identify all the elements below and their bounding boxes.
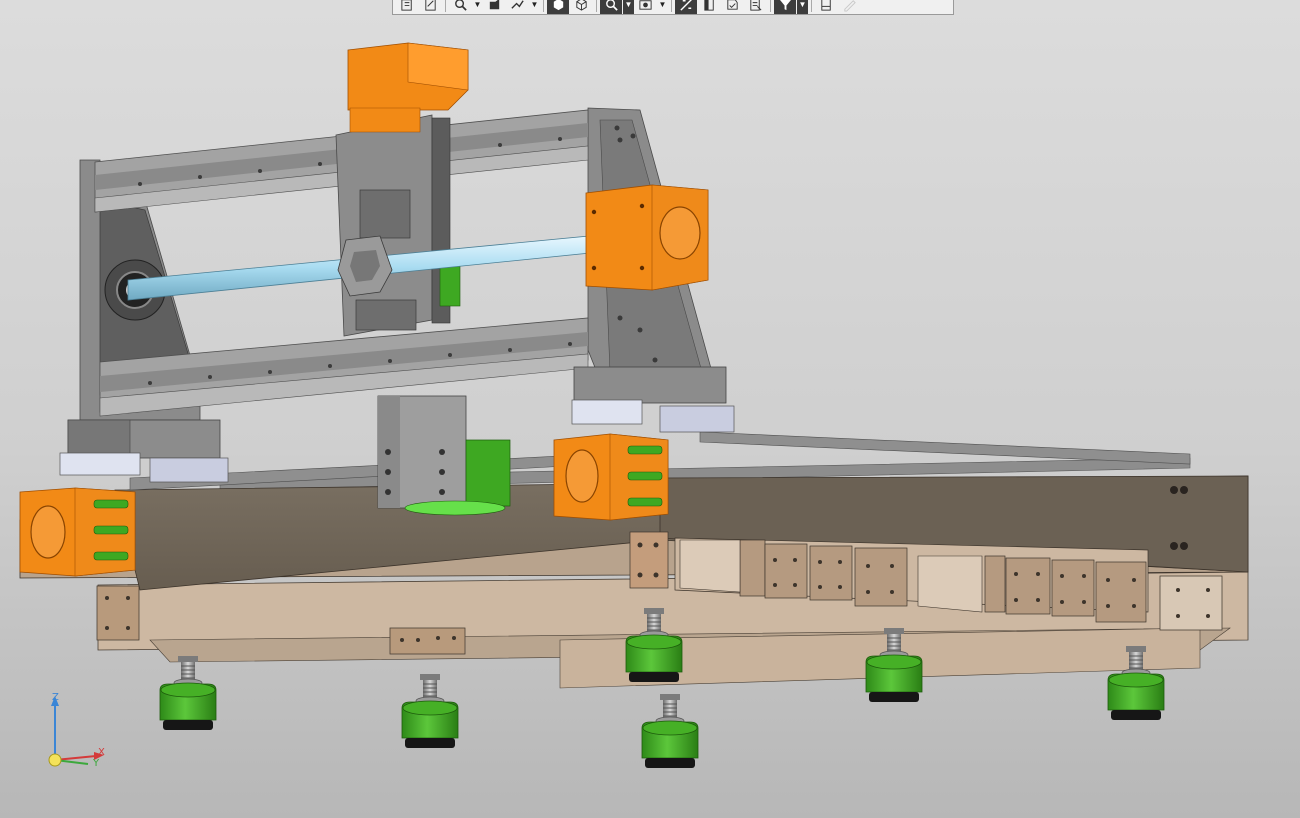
view-orient-button[interactable] (396, 0, 418, 14)
leveling-foot (641, 693, 699, 769)
view-toolbar: ▼ ▼ ▼ ▼ ▼ (392, 0, 954, 15)
section-view-dropdown[interactable]: ▼ (623, 0, 634, 14)
display-style-icon (638, 0, 652, 10)
hide-components-button[interactable] (698, 0, 720, 14)
pan-icon (510, 0, 524, 9)
corner-bracket (96, 585, 140, 641)
pan-dropdown[interactable]: ▼ (529, 0, 540, 14)
section-view-icon (605, 0, 618, 11)
shaded-edges-icon (553, 0, 563, 10)
corner-bracket (1159, 575, 1223, 631)
zoom-fit-icon (424, 0, 436, 11)
leveling-foot (159, 655, 217, 731)
layers-icon (749, 0, 761, 11)
filter-dropdown[interactable]: ▼ (797, 0, 808, 14)
sketch-disabled-icon (843, 0, 856, 12)
shaded-edges-button[interactable] (547, 0, 569, 14)
show-all-icon (726, 0, 738, 10)
filter-icon (779, 0, 791, 10)
layers-button[interactable] (744, 0, 766, 14)
measure-icon (820, 0, 831, 11)
x-axis-label: X (98, 747, 105, 758)
hide-components-icon (703, 0, 714, 11)
sketch-disabled-button[interactable] (838, 0, 860, 14)
pan-button[interactable] (506, 0, 528, 14)
wireframe-icon (575, 0, 587, 11)
wireframe-button[interactable] (570, 0, 592, 14)
display-style-dropdown[interactable]: ▼ (657, 0, 668, 14)
model-viewport[interactable]: Z X Y ▼ ▼ ▼ ▼ ▼ (0, 0, 1300, 818)
display-style-button[interactable] (634, 0, 656, 14)
y-axis-label: Y (93, 758, 100, 769)
zoom-fit-button[interactable] (419, 0, 441, 14)
filter-button[interactable] (774, 0, 796, 14)
measure-button[interactable] (815, 0, 837, 14)
rotate-view-button[interactable] (483, 0, 505, 14)
show-all-button[interactable] (721, 0, 743, 14)
corner-bracket (629, 531, 669, 589)
perspective-icon (679, 0, 691, 11)
z-axis-label: Z (52, 692, 59, 703)
view-orient-icon (400, 0, 412, 11)
cnc-router-assembly-model[interactable] (0, 0, 1300, 818)
spindle-motor (465, 439, 511, 507)
rotate-view-icon (489, 0, 499, 9)
zoom-window-dropdown[interactable]: ▼ (472, 0, 483, 14)
leveling-foot (401, 673, 459, 749)
zoom-window-icon (454, 0, 467, 11)
zoom-window-button[interactable] (449, 0, 471, 14)
perspective-button[interactable] (675, 0, 697, 14)
coordinate-triad: Z X Y (40, 690, 110, 770)
section-view-button[interactable] (600, 0, 622, 14)
